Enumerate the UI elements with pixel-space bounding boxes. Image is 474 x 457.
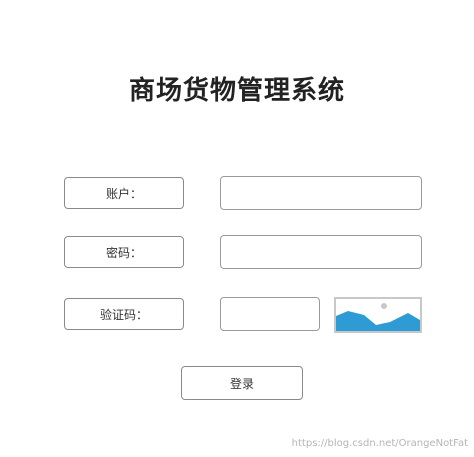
captcha-image[interactable] <box>334 297 422 333</box>
watermark: https://blog.csdn.net/OrangeNotFat <box>291 438 468 449</box>
captcha-sun <box>381 303 387 309</box>
login-button[interactable]: 登录 <box>181 366 303 400</box>
image-placeholder-icon <box>336 299 420 331</box>
password-label: 密码： <box>64 236 184 268</box>
account-input[interactable] <box>220 176 422 210</box>
account-label: 账户： <box>64 177 184 209</box>
captcha-input[interactable] <box>220 297 320 331</box>
page-title: 商场货物管理系统 <box>128 76 345 106</box>
password-input[interactable] <box>220 235 422 269</box>
captcha-label: 验证码： <box>64 298 184 330</box>
